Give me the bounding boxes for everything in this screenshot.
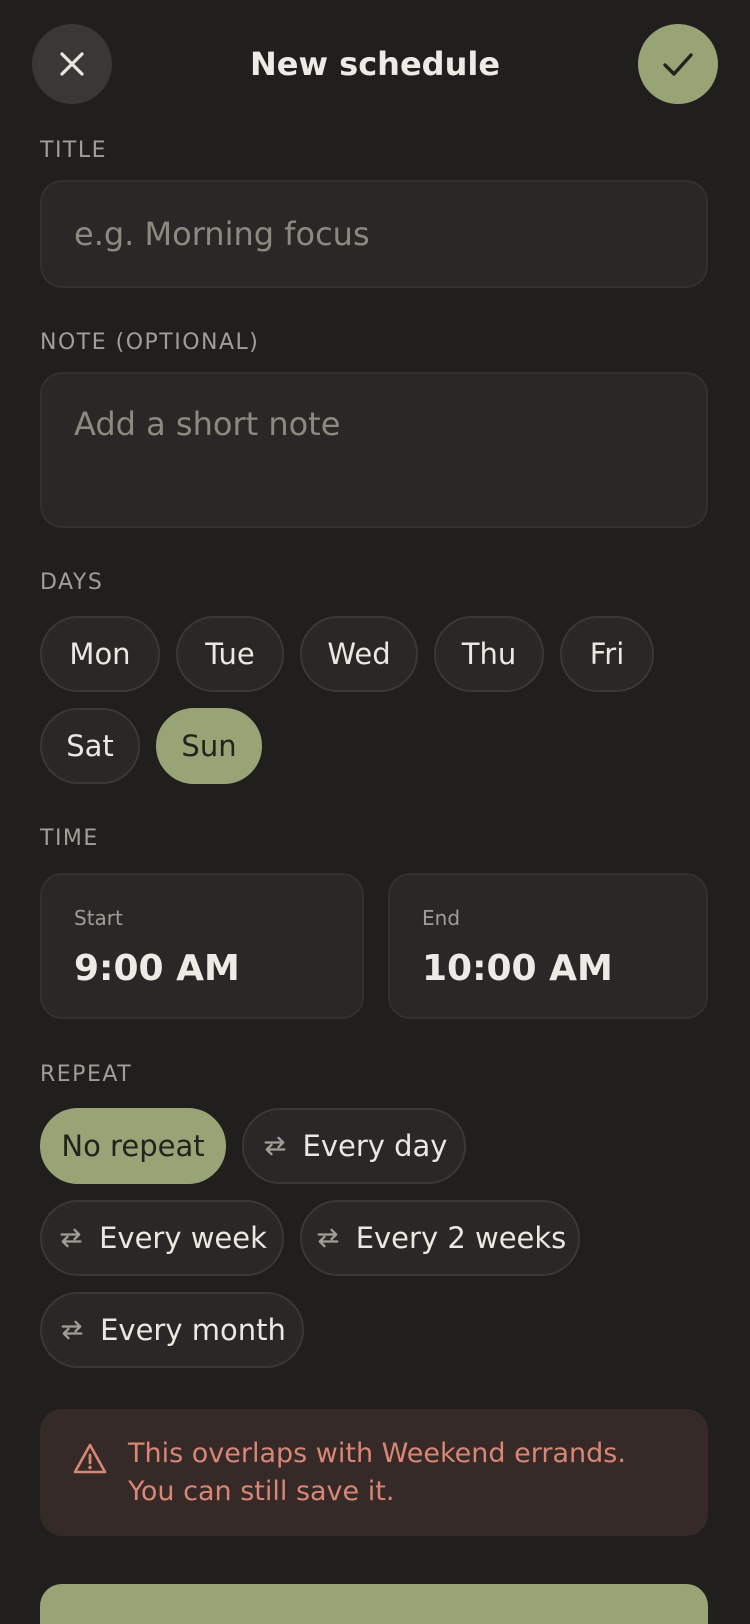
- warning-icon: [73, 1443, 107, 1474]
- repeat-label: REPEAT: [40, 1062, 133, 1087]
- repeat-option-every-2-weeks[interactable]: Every 2 weeks: [300, 1200, 580, 1276]
- end-time-value: 10:00 AM: [422, 948, 613, 989]
- day-chip-tue[interactable]: Tue: [176, 616, 284, 692]
- days-label: DAYS: [40, 570, 104, 595]
- repeat-option-every-day[interactable]: Every day: [242, 1108, 466, 1184]
- day-chip-label: Tue: [205, 637, 255, 671]
- repeat-icon: [264, 1136, 285, 1156]
- repeat-icon: [61, 1320, 83, 1340]
- confirm-button[interactable]: [638, 24, 718, 104]
- new-schedule-screen: New schedule TITLE NOTE (OPTIONAL) DAYS …: [0, 0, 750, 1624]
- repeat-option-every-week[interactable]: Every week: [40, 1200, 284, 1276]
- check-icon: [663, 53, 693, 76]
- repeat-icon: [60, 1228, 82, 1248]
- save-button[interactable]: [40, 1584, 708, 1624]
- start-time-value: 9:00 AM: [74, 948, 240, 989]
- repeat-icon: [317, 1228, 339, 1248]
- day-chip-sun[interactable]: Sun: [156, 708, 262, 784]
- repeat-option-label: Every 2 weeks: [355, 1221, 567, 1255]
- time-label: TIME: [40, 826, 99, 851]
- repeat-option-none[interactable]: No repeat: [40, 1108, 226, 1184]
- repeat-option-label: Every month: [100, 1313, 286, 1347]
- day-chip-label: Sun: [181, 729, 237, 763]
- day-chip-thu[interactable]: Thu: [434, 616, 544, 692]
- day-chip-sat[interactable]: Sat: [40, 708, 140, 784]
- repeat-option-label: No repeat: [61, 1129, 205, 1163]
- day-chip-label: Fri: [589, 637, 625, 671]
- day-chip-label: Thu: [461, 637, 517, 671]
- overlap-warning: This overlaps with Weekend errands. You …: [40, 1409, 708, 1536]
- repeat-option-label: Every day: [302, 1129, 448, 1163]
- day-chip-label: Mon: [69, 637, 131, 671]
- start-time-label: Start: [74, 906, 123, 930]
- start-time-picker[interactable]: Start 9:00 AM: [40, 873, 364, 1019]
- day-chip-label: Sat: [66, 729, 114, 763]
- warning-text: This overlaps with Weekend errands. You …: [128, 1438, 626, 1507]
- title-input[interactable]: [40, 180, 708, 288]
- end-time-label: End: [422, 906, 461, 930]
- day-chip-mon[interactable]: Mon: [40, 616, 160, 692]
- header: New schedule: [0, 0, 750, 128]
- day-chip-wed[interactable]: Wed: [300, 616, 418, 692]
- title-label: TITLE: [40, 138, 108, 163]
- note-label: NOTE (OPTIONAL): [40, 330, 260, 355]
- end-time-picker[interactable]: End 10:00 AM: [388, 873, 708, 1019]
- day-chip-label: Wed: [327, 637, 391, 671]
- note-input[interactable]: [40, 372, 708, 528]
- repeat-option-label: Every week: [99, 1221, 267, 1255]
- repeat-option-every-month[interactable]: Every month: [40, 1292, 304, 1368]
- day-chip-fri[interactable]: Fri: [560, 616, 654, 692]
